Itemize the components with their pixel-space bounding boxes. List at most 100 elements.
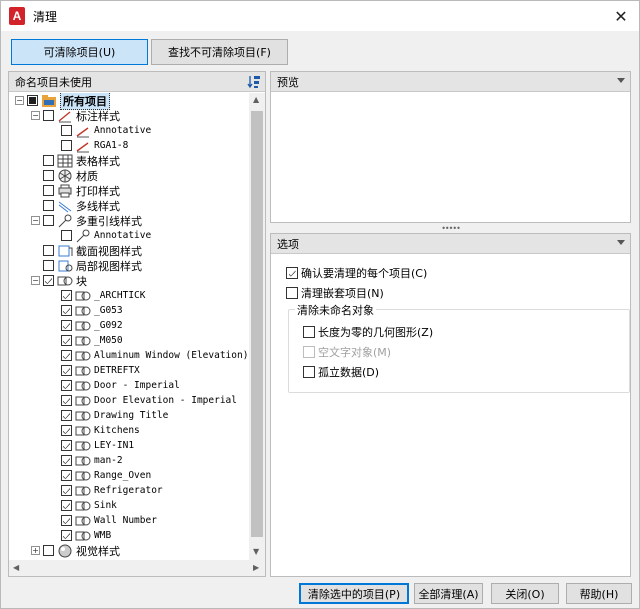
tree-item-checkbox[interactable]	[27, 95, 38, 106]
tree-item-checkbox[interactable]	[61, 440, 72, 451]
tree-item[interactable]: Aluminum Window (Elevation)	[49, 348, 248, 363]
tree-item-checkbox[interactable]	[61, 305, 72, 316]
tree-item[interactable]: − 块	[31, 273, 87, 288]
purge-all-button[interactable]: 全部清理(A)	[414, 583, 483, 604]
tree-item-checkbox[interactable]	[61, 335, 72, 346]
tree-item[interactable]: Drawing Title	[49, 408, 168, 423]
scroll-right-icon[interactable]: ▶	[253, 563, 259, 572]
tree-item[interactable]: 多线样式	[31, 198, 120, 213]
tree-item[interactable]: 表格样式	[31, 153, 120, 168]
tree-item[interactable]: 材质	[31, 168, 98, 183]
tree-item-checkbox[interactable]	[61, 515, 72, 526]
tree-item-checkbox[interactable]	[61, 320, 72, 331]
orphaned-data-checkbox[interactable]: 孤立数据(D)	[303, 364, 379, 380]
tree-item-checkbox[interactable]	[43, 200, 54, 211]
tree-item-checkbox[interactable]	[61, 425, 72, 436]
tree-item-checkbox[interactable]	[61, 125, 72, 136]
scroll-up-icon[interactable]: ▲	[253, 95, 259, 104]
tree-item-checkbox[interactable]	[43, 185, 54, 196]
sort-icon[interactable]	[247, 75, 261, 89]
tree-item[interactable]: + 视觉样式	[31, 543, 120, 558]
checkbox-box[interactable]	[303, 366, 315, 378]
tree-item-checkbox[interactable]	[61, 530, 72, 541]
tree-item[interactable]: man-2	[49, 453, 123, 468]
tree-item[interactable]: Kitchens	[49, 423, 140, 438]
tree-item-checkbox[interactable]	[43, 275, 54, 286]
checkbox-box[interactable]	[286, 287, 298, 299]
tree-item-checkbox[interactable]	[43, 245, 54, 256]
tree-item-checkbox[interactable]	[61, 500, 72, 511]
tab-purgeable-items[interactable]: 可清除项目(U)	[11, 39, 148, 65]
scroll-left-icon[interactable]: ◀	[13, 563, 19, 572]
options-header[interactable]: 选项	[271, 234, 630, 254]
tree-item[interactable]: 局部视图样式	[31, 258, 142, 273]
tree-item[interactable]: 打印样式	[31, 183, 120, 198]
preview-header[interactable]: 预览	[271, 72, 630, 92]
tree-item[interactable]: Annotative	[49, 123, 151, 138]
tree-vertical-scrollbar[interactable]: ▲ ▼	[249, 93, 265, 560]
checkbox-box[interactable]	[303, 326, 315, 338]
tree-item-label: 表格样式	[76, 154, 120, 168]
purge-checked-items-button[interactable]: 清除选中的项目(P)	[299, 583, 409, 604]
collapse-icon[interactable]	[617, 78, 625, 83]
tree-item[interactable]: − 所有项目	[15, 93, 110, 110]
tree-item-checkbox[interactable]	[61, 395, 72, 406]
tree-item-checkbox[interactable]	[61, 140, 72, 151]
tree-item-checkbox[interactable]	[61, 365, 72, 376]
tree-item[interactable]: _ARCHTICK	[49, 288, 145, 303]
checkbox-box[interactable]	[286, 267, 298, 279]
tree-item[interactable]: _G092	[49, 318, 123, 333]
tree-item-checkbox[interactable]	[61, 230, 72, 241]
tree-item[interactable]: Annotative	[49, 228, 151, 243]
tree-item-checkbox[interactable]	[61, 485, 72, 496]
tree-item-checkbox[interactable]	[43, 215, 54, 226]
tree-item[interactable]: _M050	[49, 333, 123, 348]
tree-horizontal-scrollbar[interactable]: ◀ ▶	[9, 560, 265, 576]
tree-item-checkbox[interactable]	[43, 260, 54, 271]
tree-item-checkbox[interactable]	[61, 410, 72, 421]
collapse-icon[interactable]	[617, 240, 625, 245]
tree-item[interactable]: 截面视图样式	[31, 243, 142, 258]
collapse-toggle-icon[interactable]: −	[31, 216, 40, 225]
tree-item-checkbox[interactable]	[43, 545, 54, 556]
tree-item[interactable]: _G053	[49, 303, 123, 318]
collapse-toggle-icon[interactable]: −	[15, 96, 24, 105]
purge-nested-items-checkbox[interactable]: 清理嵌套项目(N)	[286, 285, 384, 301]
confirm-each-item-checkbox[interactable]: 确认要清理的每个项目(C)	[286, 265, 427, 281]
collapse-toggle-icon[interactable]: −	[31, 276, 40, 285]
tab-non-purgeable-items[interactable]: 查找不可清除项目(F)	[151, 39, 288, 65]
scroll-thumb[interactable]	[251, 111, 263, 537]
tree-item[interactable]: Door - Imperial	[49, 378, 180, 393]
items-tree[interactable]: − 所有项目 − 标注样式 Annotative RGA1-8 表格样式 材质 打印样式 多线样式…	[9, 93, 249, 560]
tree-item-checkbox[interactable]	[61, 455, 72, 466]
tree-item-checkbox[interactable]	[61, 380, 72, 391]
tree-item-checkbox[interactable]	[43, 110, 54, 121]
tree-item[interactable]: WMB	[49, 528, 111, 543]
tree-item[interactable]: Door Elevation - Imperial	[49, 393, 237, 408]
tree-item[interactable]: Sink	[49, 498, 117, 513]
close-icon[interactable]: ✕	[611, 6, 631, 26]
help-button[interactable]: 帮助(H)	[566, 583, 632, 604]
tree-item[interactable]: LEY-IN1	[49, 438, 134, 453]
tree-item[interactable]: RGA1-8	[49, 138, 128, 153]
tree-item-checkbox[interactable]	[61, 350, 72, 361]
scroll-down-icon[interactable]: ▼	[253, 547, 259, 556]
tree-item[interactable]: Wall Number	[49, 513, 157, 528]
tree-item[interactable]: − 多重引线样式	[31, 213, 142, 228]
tree-item-checkbox[interactable]	[61, 470, 72, 481]
tree-item[interactable]: Range_Oven	[49, 468, 151, 483]
tree-item-checkbox[interactable]	[61, 290, 72, 301]
tree-item-checkbox[interactable]	[43, 155, 54, 166]
tree-item[interactable]: DETREFTX	[49, 363, 140, 378]
tree-item[interactable]: Refrigerator	[49, 483, 163, 498]
collapse-toggle-icon[interactable]: −	[31, 111, 40, 120]
expand-toggle-icon[interactable]: +	[31, 546, 40, 555]
close-button[interactable]: 关闭(O)	[491, 583, 559, 604]
zero-length-geometry-checkbox[interactable]: 长度为零的几何图形(Z)	[303, 324, 433, 340]
tree-item[interactable]: − 标注样式	[31, 108, 120, 123]
tree-item-checkbox[interactable]	[43, 170, 54, 181]
unnamed-objects-group-title: 清除未命名对象	[295, 302, 376, 318]
tree-item-label: 截面视图样式	[76, 244, 142, 258]
panel-splitter[interactable]: •••••	[270, 223, 631, 233]
tree-item-label: _G092	[94, 320, 123, 331]
